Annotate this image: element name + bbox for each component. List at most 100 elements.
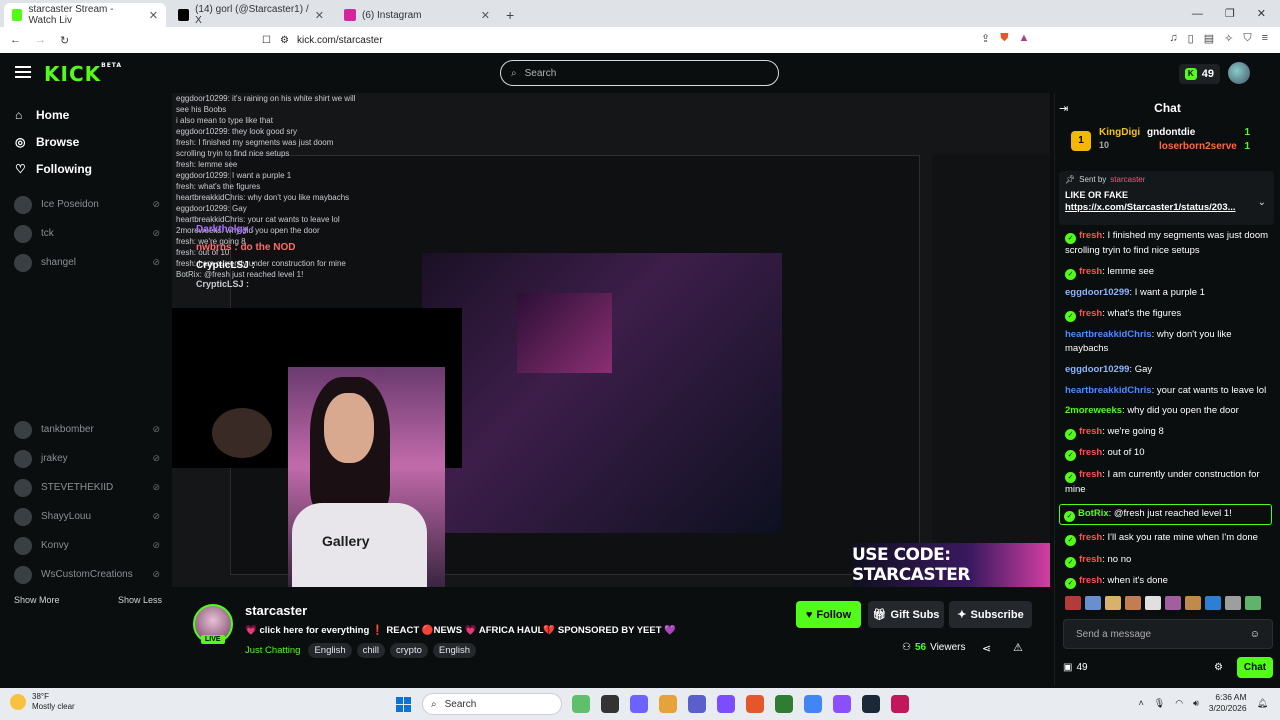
chat-username[interactable]: heartbreakkidChris <box>1065 329 1152 340</box>
url-bar[interactable]: ☐ ⚙ kick.com/starcaster <box>262 32 940 49</box>
back-icon[interactable]: ← <box>10 34 21 46</box>
brave-icon[interactable] <box>746 695 764 713</box>
restore-icon[interactable]: ❐ <box>1225 7 1235 20</box>
vpn-icon[interactable]: ⛉ <box>1243 32 1251 45</box>
weather-widget[interactable]: 38°F Mostly clear <box>10 692 75 712</box>
points-icon[interactable]: ▣ <box>1063 662 1072 673</box>
windows-start-icon[interactable] <box>396 697 411 712</box>
discord-icon[interactable] <box>717 695 735 713</box>
share-page-icon[interactable]: ⇪ <box>981 32 990 45</box>
pinned-message[interactable]: 📌︎ Sent by starcaster LIKE OR FAKE https… <box>1059 171 1274 225</box>
wallet-icon[interactable]: ▤ <box>1204 32 1214 45</box>
app-icon[interactable] <box>891 695 909 713</box>
app-icon[interactable] <box>775 695 793 713</box>
emote-icon[interactable] <box>1245 595 1261 610</box>
pinned-link[interactable]: https://x.com/Starcaster1/status/203... <box>1065 202 1268 213</box>
leaderboard-user[interactable]: KingDigi <box>1099 127 1140 138</box>
video-player[interactable]: Gallery eggdoor10299: it's raining on hi… <box>172 93 1050 587</box>
share-icon[interactable]: ⋖ <box>982 642 991 655</box>
taskbar-search[interactable]: ⌕ Search <box>422 693 562 715</box>
close-window-icon[interactable]: ✕ <box>1257 7 1266 20</box>
list-item[interactable]: ShayyLouu ⊘ <box>0 502 172 531</box>
notifications-icon[interactable]: 🔔︎ <box>1257 698 1268 709</box>
list-item[interactable]: STEVETHEKIID ⊘ <box>0 473 172 502</box>
emote-icon[interactable] <box>1105 595 1121 610</box>
hamburger-menu-icon[interactable] <box>15 66 31 78</box>
steam-icon[interactable] <box>862 695 880 713</box>
list-item[interactable]: Konvy ⊘ <box>0 531 172 560</box>
user-avatar[interactable] <box>1228 62 1250 84</box>
chat-message-input[interactable]: Send a message ☺ <box>1063 619 1273 649</box>
search-input[interactable]: ⌕ Search <box>500 60 779 86</box>
chat-username[interactable]: fresh <box>1079 266 1102 277</box>
forward-icon[interactable]: → <box>35 34 46 46</box>
list-item[interactable]: WsCustomCreations ⊘ <box>0 560 172 589</box>
tag[interactable]: crypto <box>390 643 428 658</box>
tag[interactable]: English <box>308 643 352 658</box>
send-chat-button[interactable]: Chat <box>1237 656 1273 678</box>
chat-username[interactable]: fresh <box>1079 426 1102 437</box>
copilot-icon[interactable] <box>572 695 590 713</box>
volume-icon[interactable]: 🔊︎ <box>1193 698 1199 709</box>
close-icon[interactable]: ✕ <box>481 9 490 22</box>
chat-username[interactable]: BotRix <box>1078 508 1109 519</box>
clock[interactable]: 6:36 AM 3/20/2026 <box>1209 692 1247 714</box>
site-info-icon[interactable]: ⚙ <box>280 35 289 46</box>
chat-username[interactable]: fresh <box>1079 447 1102 458</box>
emote-icon[interactable] <box>1225 595 1241 610</box>
chat-username[interactable]: fresh <box>1079 230 1102 241</box>
streamer-name[interactable]: starcaster <box>245 603 307 618</box>
show-more-button[interactable]: Show More <box>14 595 60 605</box>
menu-icon[interactable]: ≡ <box>1262 32 1268 45</box>
leaderboard-user[interactable]: gndontdie <box>1147 127 1195 138</box>
wifi-icon[interactable]: ◠ <box>1175 698 1183 709</box>
gear-icon[interactable]: ⚙ <box>1214 662 1223 673</box>
chrome-icon[interactable] <box>804 695 822 713</box>
new-tab-button[interactable]: + <box>506 3 514 27</box>
leaderboard-user[interactable]: loserborn2serve <box>1159 141 1237 152</box>
chevron-down-icon[interactable]: ⌄ <box>1258 197 1266 208</box>
list-item[interactable]: Ice Poseidon ⊘ <box>0 190 172 219</box>
kick-logo[interactable]: KICKBETA <box>44 62 122 86</box>
emote-icon[interactable] <box>1185 595 1201 610</box>
kick-points-badge[interactable]: K 49 <box>1178 64 1220 84</box>
emote-icon[interactable] <box>1165 595 1181 610</box>
brave-shield-icon[interactable]: ⛊ <box>1000 32 1008 45</box>
leo-ai-icon[interactable]: ✧ <box>1224 32 1233 45</box>
store-icon[interactable] <box>630 695 648 713</box>
emote-icon[interactable] <box>1125 595 1141 610</box>
bookmark-icon[interactable]: ☐ <box>262 35 271 46</box>
subscribe-button[interactable]: ✦ Subscribe <box>949 601 1032 628</box>
show-less-button[interactable]: Show Less <box>118 595 162 605</box>
emoji-icon[interactable]: ☺ <box>1250 629 1260 640</box>
emote-icon[interactable] <box>1085 595 1101 610</box>
chat-username[interactable]: fresh <box>1079 469 1102 480</box>
browser-tab-kick[interactable]: starcaster Stream - Watch Liv ✕ <box>4 3 166 27</box>
close-icon[interactable]: ✕ <box>315 9 324 22</box>
chevron-up-icon[interactable]: ˄ <box>1139 698 1144 708</box>
rewards-icon[interactable]: ▲ <box>1019 32 1030 45</box>
chat-username[interactable]: fresh <box>1079 308 1102 319</box>
follow-button[interactable]: ♥ Follow <box>796 601 861 628</box>
chat-username[interactable]: heartbreakkidChris <box>1065 385 1152 396</box>
chat-username[interactable]: 2moreweeks <box>1065 405 1122 416</box>
gift-subs-button[interactable]: 🎁︎ Gift Subs <box>868 601 944 628</box>
sidebar-item-home[interactable]: ⌂ Home <box>0 101 172 128</box>
file-explorer-icon[interactable] <box>601 695 619 713</box>
sidebar-item-browse[interactable]: ◎ Browse <box>0 128 172 155</box>
sidebar-item-following[interactable]: ♡ Following <box>0 155 172 182</box>
report-icon[interactable]: ⚠ <box>1013 641 1023 654</box>
teams-icon[interactable] <box>688 695 706 713</box>
list-item[interactable]: tck ⊘ <box>0 219 172 248</box>
reload-icon[interactable]: ↻ <box>60 34 69 47</box>
chat-username[interactable]: eggdoor10299 <box>1065 364 1129 375</box>
tag[interactable]: chill <box>356 643 385 658</box>
browser-tab-instagram[interactable]: (6) Instagram ✕ <box>336 3 498 27</box>
sidebar-toggle-icon[interactable]: ▯ <box>1188 32 1194 45</box>
tag[interactable]: English <box>432 643 477 658</box>
emote-icon[interactable] <box>1145 595 1161 610</box>
browser-tab-x[interactable]: (14) gorl (@Starcaster1) / X ✕ <box>170 3 332 27</box>
close-icon[interactable]: ✕ <box>149 9 158 22</box>
app-icon[interactable] <box>833 695 851 713</box>
list-item[interactable]: tankbomber ⊘ <box>0 415 172 444</box>
